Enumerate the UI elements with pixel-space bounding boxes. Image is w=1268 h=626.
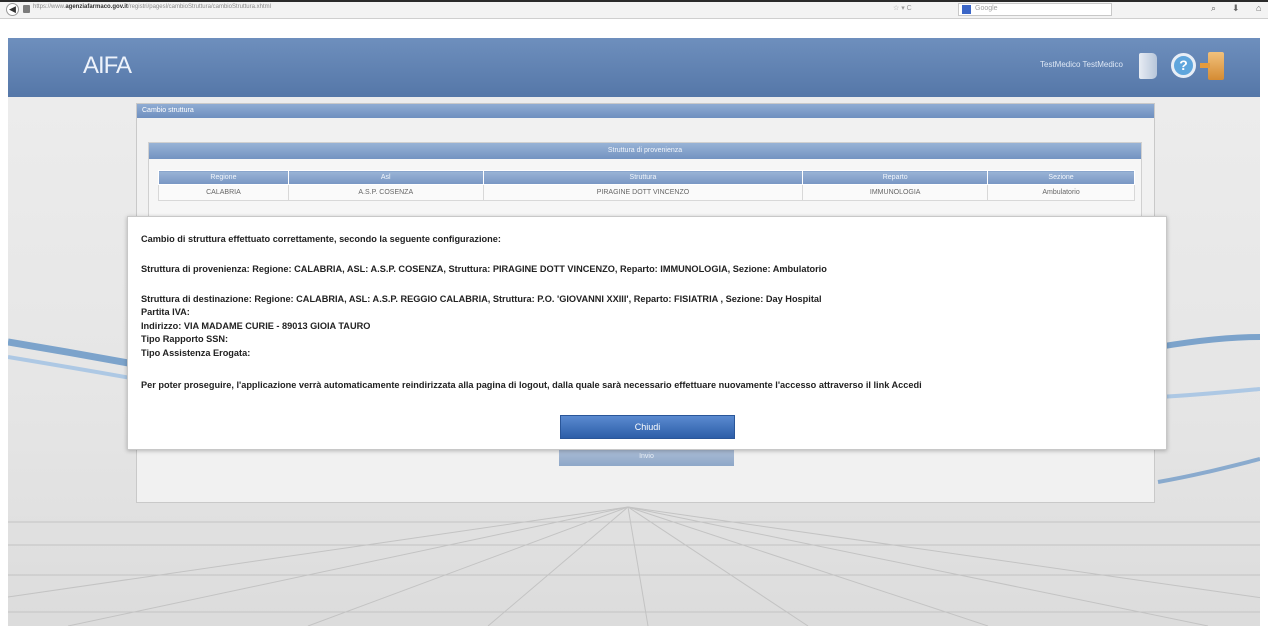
table-cell: IMMUNOLOGIA xyxy=(802,184,989,201)
dialog-message-intro: Cambio di struttura effettuato correttam… xyxy=(141,234,501,244)
help-icon[interactable]: ? xyxy=(1171,53,1196,78)
column-header: Asl xyxy=(287,170,484,185)
column-header: Sezione xyxy=(987,170,1135,185)
app-window: ◀ https://www.agenziafarmaco.gov.it/regi… xyxy=(0,0,1268,626)
search-placeholder: Google xyxy=(975,5,998,12)
table-row: CALABRIA A.S.P. COSENZA PIRAGINE DOTT VI… xyxy=(158,184,1135,201)
dialog-message-provenienza: Struttura di provenienza: Regione: CALAB… xyxy=(141,264,827,274)
user-name[interactable]: TestMedico TestMedico xyxy=(1040,60,1123,69)
table-cell: PIRAGINE DOTT VINCENZO xyxy=(482,184,804,201)
dialog-tipo-rapporto: Tipo Rapporto SSN: xyxy=(141,334,229,344)
address-bar[interactable]: https://www.agenziafarmaco.gov.it/regist… xyxy=(33,4,271,10)
table-header-row: Regione Asl Struttura Reparto Sezione xyxy=(158,170,1135,185)
close-button[interactable]: Chiudi xyxy=(560,415,735,439)
download-icon[interactable]: ⬇ xyxy=(1232,3,1240,14)
app-header: AIFA TestMedico TestMedico ? xyxy=(8,38,1260,97)
dialog-message-destinazione: Struttura di destinazione: Regione: CALA… xyxy=(141,294,822,304)
dialog-partita-iva: Partita IVA: xyxy=(141,307,190,317)
url-domain: agenziafarmaco.gov.it xyxy=(65,4,128,10)
column-header: Regione xyxy=(158,170,289,185)
url-prefix: https://www. xyxy=(33,4,66,10)
browser-search-input[interactable]: Google xyxy=(958,3,1112,16)
back-arrow-icon[interactable]: ◀ xyxy=(6,3,19,16)
logout-door-icon[interactable] xyxy=(1200,52,1224,80)
google-icon xyxy=(962,5,971,14)
url-path: /registri/pagesl/cambioStruttura/cambioS… xyxy=(127,4,271,10)
home-icon[interactable]: ⌂ xyxy=(1256,3,1261,13)
provenienza-table: Regione Asl Struttura Reparto Sezione CA… xyxy=(158,170,1135,201)
table-cell: Ambulatorio xyxy=(987,184,1135,201)
dialog-tipo-assistenza: Tipo Assistenza Erogata: xyxy=(141,348,251,358)
column-header: Reparto xyxy=(802,170,989,185)
table-cell: A.S.P. COSENZA xyxy=(287,184,484,201)
panel-title: Cambio struttura xyxy=(137,104,1154,118)
window-border xyxy=(0,0,1268,2)
url-tools[interactable]: ☆ ▾ C xyxy=(893,4,912,12)
table-cell: CALABRIA xyxy=(158,184,289,201)
section-title: Struttura di provenienza xyxy=(149,143,1141,159)
confirmation-dialog: Cambio di struttura effettuato correttam… xyxy=(127,216,1167,450)
dialog-indirizzo: Indirizzo: VIA MADAME CURIE - 89013 GIOI… xyxy=(141,321,371,331)
aifa-logo: AIFA xyxy=(83,52,132,79)
dialog-logout-notice: Per poter proseguire, l'applicazione ver… xyxy=(141,380,922,390)
manual-book-icon[interactable] xyxy=(1139,53,1157,79)
browser-toolbar: ◀ https://www.agenziafarmaco.gov.it/regi… xyxy=(0,0,1268,19)
column-header: Struttura xyxy=(482,170,804,185)
search-icon[interactable]: ⌕ xyxy=(1211,3,1216,14)
invio-button[interactable]: Invio xyxy=(559,448,734,466)
lock-icon xyxy=(23,5,30,13)
